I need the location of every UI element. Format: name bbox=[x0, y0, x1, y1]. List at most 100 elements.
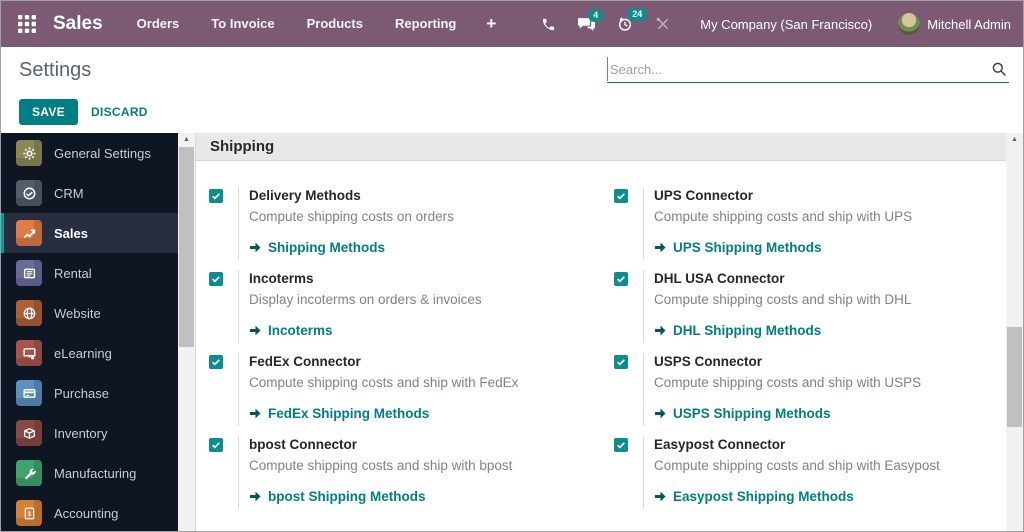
shipping-methods-link[interactable]: Shipping Methods bbox=[249, 240, 454, 255]
checkbox-checked[interactable] bbox=[209, 272, 223, 286]
top-navbar: Sales Orders To Invoice Products Reporti… bbox=[1, 1, 1023, 47]
sidebar-item-label: Sales bbox=[54, 225, 88, 241]
setting-dhl-connector: DHL USA Connector Compute shipping costs… bbox=[601, 270, 1006, 343]
sidebar-item-label: Rental bbox=[54, 265, 92, 281]
ledger-icon bbox=[16, 260, 42, 286]
checkbox-checked[interactable] bbox=[209, 438, 223, 452]
scroll-up-arrow[interactable]: ▲ bbox=[178, 133, 195, 147]
checkbox-checked[interactable] bbox=[614, 189, 628, 203]
checkbox-checked[interactable] bbox=[614, 355, 628, 369]
sidebar-item-crm[interactable]: CRM bbox=[1, 173, 178, 213]
page-title: Settings bbox=[19, 59, 92, 81]
settings-grid: Delivery Methods Compute shipping costs … bbox=[196, 161, 1006, 509]
search-box bbox=[607, 57, 1009, 83]
sidebar-item-website[interactable]: Website bbox=[1, 293, 178, 333]
sidebar-item-label: Inventory bbox=[54, 425, 108, 441]
plus-menu-icon[interactable]: + bbox=[472, 14, 510, 34]
user-menu[interactable]: Mitchell Admin bbox=[898, 13, 1011, 35]
app-name[interactable]: Sales bbox=[53, 13, 103, 35]
sidebar-item-purchase[interactable]: Purchase bbox=[1, 373, 178, 413]
setting-incoterms: Incoterms Display incoterms on orders & … bbox=[196, 270, 601, 343]
sidebar-item-label: Accounting bbox=[54, 505, 119, 521]
search-icon[interactable] bbox=[991, 61, 1007, 77]
apps-grid-icon[interactable] bbox=[15, 12, 39, 36]
globe-icon bbox=[16, 300, 42, 326]
setting-description: Compute shipping costs and ship with UPS bbox=[654, 209, 913, 224]
incoterms-link[interactable]: Incoterms bbox=[249, 323, 482, 338]
sidebar-item-label: General Settings bbox=[54, 145, 151, 161]
user-name: Mitchell Admin bbox=[927, 16, 1011, 32]
ups-shipping-methods-link[interactable]: UPS Shipping Methods bbox=[654, 240, 912, 255]
svg-text:$: $ bbox=[27, 510, 31, 517]
gear-icon bbox=[16, 140, 42, 166]
fedex-shipping-methods-link[interactable]: FedEx Shipping Methods bbox=[249, 406, 518, 421]
setting-description: Compute shipping costs and ship with DHL bbox=[654, 292, 912, 307]
checkbox-checked[interactable] bbox=[614, 438, 628, 452]
checkbox-checked[interactable] bbox=[209, 189, 223, 203]
sidebar-item-inventory[interactable]: Inventory bbox=[1, 413, 178, 453]
setting-description: Compute shipping costs and ship with USP… bbox=[654, 375, 922, 390]
section-title: Shipping bbox=[210, 138, 275, 155]
setting-ups-connector: UPS Connector Compute shipping costs and… bbox=[601, 187, 1006, 260]
setting-fedex-connector: FedEx Connector Compute shipping costs a… bbox=[196, 353, 601, 426]
sidebar-scrollbar[interactable]: ▲ bbox=[178, 133, 195, 531]
discard-button[interactable]: DISCARD bbox=[83, 99, 156, 125]
phone-icon[interactable] bbox=[541, 17, 556, 32]
checkbox-checked[interactable] bbox=[209, 355, 223, 369]
search-input[interactable] bbox=[607, 57, 1009, 81]
invoice-icon: $ bbox=[16, 500, 42, 526]
messages-badge: 4 bbox=[588, 8, 604, 22]
wrench-icon bbox=[16, 460, 42, 486]
usps-shipping-methods-link[interactable]: USPS Shipping Methods bbox=[654, 406, 921, 421]
arrow-right-icon bbox=[654, 491, 666, 502]
checkbox-checked[interactable] bbox=[614, 272, 628, 286]
debug-tools-icon[interactable] bbox=[655, 16, 671, 32]
setting-title: Easypost Connector bbox=[654, 437, 786, 452]
menu-reporting[interactable]: Reporting bbox=[379, 1, 472, 47]
sidebar-item-manufacturing[interactable]: Manufacturing bbox=[1, 453, 178, 493]
messages-icon[interactable]: 4 bbox=[578, 8, 604, 32]
menu-to-invoice[interactable]: To Invoice bbox=[195, 1, 290, 47]
odoo-settings-window: Sales Orders To Invoice Products Reporti… bbox=[0, 0, 1024, 532]
setting-description: Compute shipping costs and ship with Eas… bbox=[654, 458, 940, 473]
company-switcher[interactable]: My Company (San Francisco) bbox=[700, 17, 872, 32]
save-button[interactable]: SAVE bbox=[19, 99, 78, 125]
arrow-right-icon bbox=[249, 242, 261, 253]
main-scrollbar[interactable]: ▲ bbox=[1006, 133, 1023, 531]
setting-description: Display incoterms on orders & invoices bbox=[249, 292, 482, 307]
sidebar-item-label: Manufacturing bbox=[54, 465, 137, 481]
sidebar-item-accounting[interactable]: $ Accounting bbox=[1, 493, 178, 531]
setting-title: FedEx Connector bbox=[249, 354, 361, 369]
setting-usps-connector: USPS Connector Compute shipping costs an… bbox=[601, 353, 1006, 426]
setting-description: Compute shipping costs on orders bbox=[249, 209, 454, 224]
dhl-shipping-methods-link[interactable]: DHL Shipping Methods bbox=[654, 323, 911, 338]
easypost-shipping-methods-link[interactable]: Easypost Shipping Methods bbox=[654, 489, 940, 504]
sidebar-item-label: eLearning bbox=[54, 345, 112, 361]
setting-title: USPS Connector bbox=[654, 354, 763, 369]
menu-products[interactable]: Products bbox=[291, 1, 379, 47]
box-icon bbox=[16, 420, 42, 446]
activities-clock-icon[interactable]: 24 bbox=[617, 8, 648, 32]
handshake-icon bbox=[16, 180, 42, 206]
scrollbar-thumb[interactable] bbox=[1007, 327, 1022, 427]
setting-easypost-connector: Easypost Connector Compute shipping cost… bbox=[601, 436, 1006, 509]
scroll-up-arrow[interactable]: ▲ bbox=[1006, 133, 1023, 147]
sidebar-item-sales[interactable]: Sales bbox=[1, 213, 178, 253]
scrollbar-thumb[interactable] bbox=[179, 147, 194, 347]
setting-title: DHL USA Connector bbox=[654, 271, 785, 286]
credit-card-icon bbox=[16, 380, 42, 406]
settings-main-pane: Shipping Delivery Methods Compute shippi… bbox=[195, 133, 1006, 531]
sidebar-item-rental[interactable]: Rental bbox=[1, 253, 178, 293]
sidebar-item-elearning[interactable]: eLearning bbox=[1, 333, 178, 373]
setting-title: bpost Connector bbox=[249, 437, 357, 452]
arrow-right-icon bbox=[654, 325, 666, 336]
sidebar-item-label: CRM bbox=[54, 185, 84, 201]
bpost-shipping-methods-link[interactable]: bpost Shipping Methods bbox=[249, 489, 512, 504]
arrow-right-icon bbox=[249, 325, 261, 336]
menu-orders[interactable]: Orders bbox=[121, 1, 196, 47]
sidebar-item-label: Website bbox=[54, 305, 101, 321]
arrow-right-icon bbox=[249, 491, 261, 502]
setting-description: Compute shipping costs and ship with bpo… bbox=[249, 458, 513, 473]
sidebar-item-general-settings[interactable]: General Settings bbox=[1, 133, 178, 173]
presentation-icon bbox=[16, 340, 42, 366]
